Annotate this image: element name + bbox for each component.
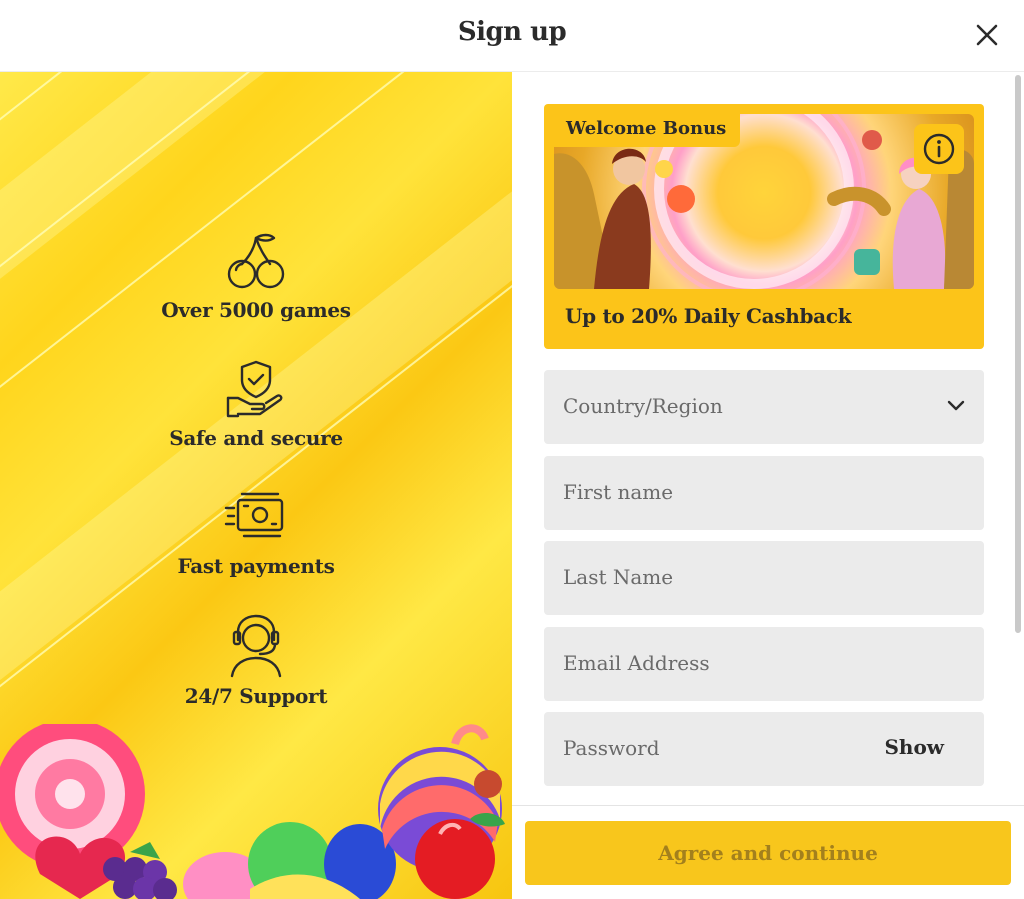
country-select[interactable]: Country/Region	[544, 370, 984, 444]
country-placeholder: Country/Region	[563, 394, 723, 418]
show-password-button[interactable]: Show	[884, 735, 944, 759]
feature-payments: Fast payments	[0, 486, 512, 578]
modal-header: Sign up	[0, 0, 1024, 72]
candy-fruit-illustration	[0, 724, 505, 899]
info-icon	[923, 133, 955, 165]
info-button[interactable]	[914, 124, 964, 174]
password-placeholder: Password	[563, 736, 660, 760]
first-name-placeholder: First name	[563, 480, 674, 504]
chevron-down-icon	[947, 400, 965, 411]
welcome-bonus-badge: Welcome Bonus	[554, 114, 741, 147]
cherries-icon	[227, 233, 285, 289]
feature-security: Safe and secure	[0, 358, 512, 450]
email-placeholder: Email Address	[563, 651, 710, 675]
agree-continue-button[interactable]: Agree and continue	[525, 821, 1011, 885]
close-icon	[976, 24, 998, 46]
last-name-placeholder: Last Name	[563, 565, 674, 589]
welcome-bonus-card: Welcome Bonus Up to 20% Daily Cashback	[544, 104, 984, 349]
headset-support-icon	[230, 614, 282, 678]
feature-label: Fast payments	[177, 554, 335, 578]
bonus-offer-text: Up to 20% Daily Cashback	[565, 304, 852, 328]
page-title: Sign up	[457, 17, 567, 47]
feature-label: 24/7 Support	[184, 684, 328, 708]
close-button[interactable]	[972, 20, 1002, 50]
shield-hand-icon	[226, 360, 283, 418]
email-field[interactable]: Email Address	[544, 627, 984, 701]
feature-label: Safe and secure	[169, 426, 343, 450]
promo-panel: Over 5000 games Safe and secure Fast pay…	[0, 72, 512, 899]
cash-icon	[224, 492, 284, 538]
feature-games: Over 5000 games	[0, 228, 512, 322]
scrollbar[interactable]	[1015, 75, 1021, 633]
feature-support: 24/7 Support	[0, 612, 512, 708]
password-field[interactable]: Password Show	[544, 712, 984, 786]
feature-label: Over 5000 games	[161, 298, 351, 322]
signup-form-panel: Welcome Bonus Up to 20% Daily Cashback C…	[512, 72, 1024, 899]
first-name-field[interactable]: First name	[544, 456, 984, 530]
last-name-field[interactable]: Last Name	[544, 541, 984, 615]
